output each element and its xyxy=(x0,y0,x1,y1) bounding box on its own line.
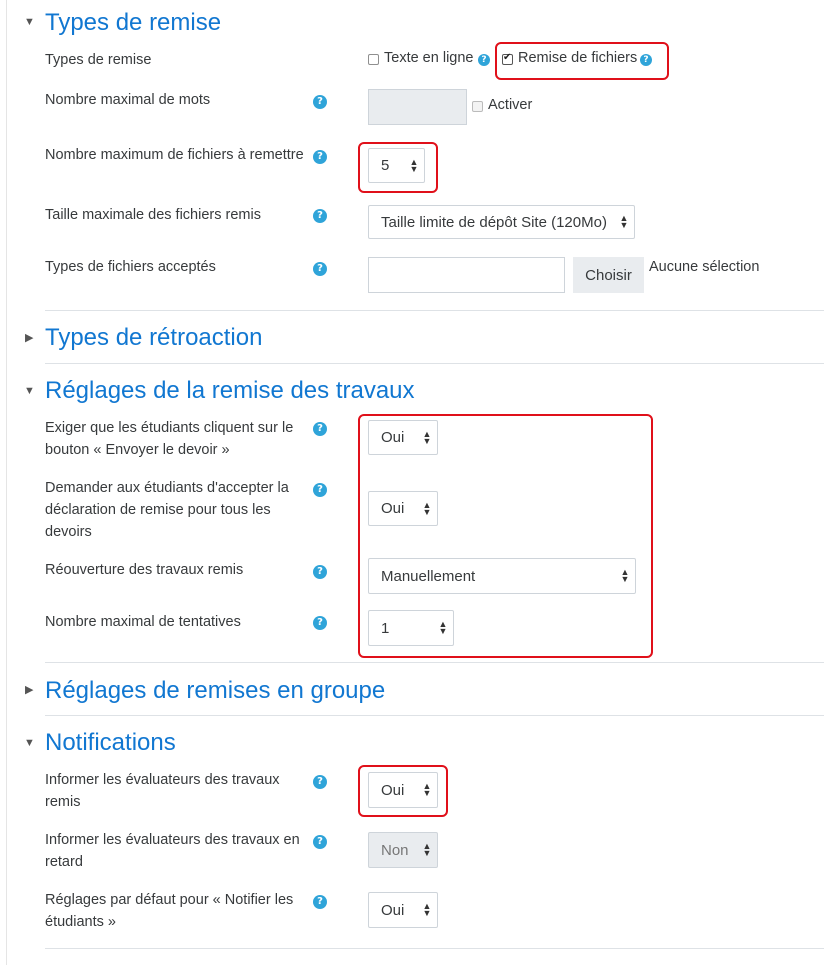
max-size-value: Taille limite de dépôt Site (120Mo) xyxy=(381,213,607,231)
label-max-attempts: Nombre maximal de tentatives xyxy=(45,614,241,630)
help-icon[interactable]: ? xyxy=(313,95,327,109)
sort-arrows-icon: ▲ ▼ xyxy=(620,567,630,584)
sort-arrows-icon: ▲ ▼ xyxy=(422,499,432,517)
file-submissions-label: Remise de fichiers xyxy=(518,50,638,66)
help-icon[interactable]: ? xyxy=(313,835,327,849)
label-notify-students-default: Réglages par défaut pour « Notifier les … xyxy=(45,892,294,930)
caret-down-icon[interactable]: ▼ xyxy=(24,385,35,397)
require-submit-select[interactable]: Oui ▲ ▼ xyxy=(368,420,438,455)
help-icon[interactable]: ? xyxy=(640,54,652,66)
word-limit-enable-label: Activer xyxy=(488,97,533,113)
require-submit-value: Oui xyxy=(381,429,405,446)
reopen-value: Manuellement xyxy=(381,567,476,585)
notify-students-default-select[interactable]: Oui ▲ ▼ xyxy=(368,892,438,928)
caret-down-icon[interactable]: ▼ xyxy=(24,16,35,28)
section-divider xyxy=(45,310,824,311)
sort-arrows-icon: ▲ ▼ xyxy=(438,619,448,636)
label-word-limit: Nombre maximal de mots xyxy=(45,92,211,108)
word-limit-input[interactable] xyxy=(368,89,467,125)
section-divider xyxy=(45,715,824,716)
help-icon[interactable]: ? xyxy=(313,422,327,436)
notify-late-select[interactable]: Non ▲ ▼ xyxy=(368,832,438,868)
section-title-notifications[interactable]: Notifications xyxy=(45,729,176,757)
help-icon[interactable]: ? xyxy=(313,895,327,909)
notify-graders-select[interactable]: Oui ▲ ▼ xyxy=(368,772,438,808)
sort-arrows-icon: ▲ ▼ xyxy=(422,901,432,918)
label-notify-late: Informer les évaluateurs des travaux en … xyxy=(45,832,300,870)
online-text-checkbox[interactable] xyxy=(368,54,379,65)
section-title-submission-types[interactable]: Types de remise xyxy=(45,9,221,37)
help-icon[interactable]: ? xyxy=(313,565,327,579)
choose-button[interactable]: Choisir xyxy=(573,257,644,293)
require-statement-select[interactable]: Oui ▲ ▼ xyxy=(368,491,438,526)
sort-arrows-icon: ▲ ▼ xyxy=(422,841,432,858)
section-title-feedback-types[interactable]: Types de rétroaction xyxy=(45,324,262,352)
label-accepted-types: Types de fichiers acceptés xyxy=(45,259,216,275)
section-divider xyxy=(45,363,824,364)
file-submissions-checkbox[interactable] xyxy=(502,52,513,65)
selection-status: Aucune sélection xyxy=(649,259,760,275)
sort-arrows-icon: ▲ ▼ xyxy=(409,156,419,174)
label-notify-graders: Informer les évaluateurs des travaux rem… xyxy=(45,772,280,810)
left-border xyxy=(6,0,7,965)
max-attempts-value: 1 xyxy=(381,619,390,637)
max-size-select[interactable]: Taille limite de dépôt Site (120Mo) ▲ ▼ xyxy=(368,205,635,239)
help-icon[interactable]: ? xyxy=(313,616,327,630)
caret-right-icon[interactable]: ▶ xyxy=(25,331,33,344)
caret-right-icon[interactable]: ▶ xyxy=(25,683,33,696)
section-title-group-submission[interactable]: Réglages de remises en groupe xyxy=(45,677,385,705)
notify-late-value: Non xyxy=(381,841,409,859)
label-reopen: Réouverture des travaux remis xyxy=(45,562,244,578)
section-divider xyxy=(45,662,824,663)
max-attempts-select[interactable]: 1 ▲ ▼ xyxy=(368,610,454,646)
online-text-label: Texte en ligne xyxy=(384,50,474,66)
help-icon[interactable]: ? xyxy=(313,483,327,497)
notify-students-default-value: Oui xyxy=(381,901,405,919)
label-submission-types: Types de remise xyxy=(45,52,152,68)
label-require-submit: Exiger que les étudiants cliquent sur le… xyxy=(45,420,294,458)
reopen-select[interactable]: Manuellement ▲ ▼ xyxy=(368,558,636,594)
label-max-files: Nombre maximum de fichiers à remettre xyxy=(45,147,304,163)
require-statement-value: Oui xyxy=(381,500,405,517)
word-limit-enable-checkbox[interactable] xyxy=(472,101,483,112)
sort-arrows-icon: ▲ ▼ xyxy=(422,781,432,798)
help-icon[interactable]: ? xyxy=(478,54,490,66)
max-files-value: 5 xyxy=(381,157,390,174)
max-files-select[interactable]: 5 ▲ ▼ xyxy=(368,148,425,183)
help-icon[interactable]: ? xyxy=(313,262,327,276)
notify-graders-value: Oui xyxy=(381,781,405,799)
sort-arrows-icon: ▲ ▼ xyxy=(619,213,629,230)
section-divider xyxy=(45,948,824,949)
help-icon[interactable]: ? xyxy=(313,209,327,223)
label-require-statement: Demander aux étudiants d'accepter la déc… xyxy=(45,480,289,540)
accepted-types-input[interactable] xyxy=(368,257,565,293)
help-icon[interactable]: ? xyxy=(313,150,327,164)
section-title-submission-settings[interactable]: Réglages de la remise des travaux xyxy=(45,377,415,405)
caret-down-icon[interactable]: ▼ xyxy=(24,737,35,749)
help-icon[interactable]: ? xyxy=(313,775,327,789)
sort-arrows-icon: ▲ ▼ xyxy=(422,428,432,446)
label-max-size: Taille maximale des fichiers remis xyxy=(45,207,261,223)
